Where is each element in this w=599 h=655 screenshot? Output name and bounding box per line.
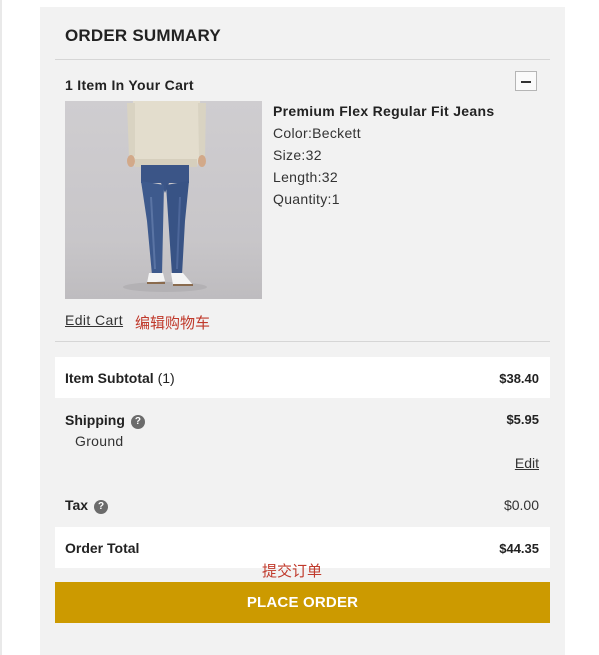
edit-shipping-link[interactable]: Edit — [515, 455, 539, 471]
product-name[interactable]: Premium Flex Regular Fit Jeans — [273, 103, 494, 119]
shipping-help-icon[interactable]: ? — [130, 415, 145, 429]
place-order-annotation: 提交订单 — [262, 562, 323, 580]
product-image — [65, 101, 262, 299]
tax-label: Tax — [65, 497, 89, 513]
page-left-edge — [0, 0, 2, 655]
shipping-label: Shipping — [65, 412, 125, 428]
order-total-value: $44.35 — [499, 541, 539, 556]
subtotal-value: $38.40 — [499, 371, 539, 386]
subtotal-label-group: Item Subtotal (1) — [65, 370, 175, 386]
shipping-label-group: Shipping? — [65, 412, 145, 429]
product-color: Color:Beckett — [273, 125, 361, 141]
product-size: Size:32 — [273, 147, 322, 163]
tax-value: $0.00 — [503, 497, 539, 513]
shipping-value: $5.95 — [506, 412, 539, 427]
tax-help-icon[interactable]: ? — [94, 500, 109, 514]
collapse-cart-button[interactable] — [515, 71, 537, 91]
jeans-model-photo — [123, 101, 207, 292]
place-order-button[interactable]: PLACE ORDER — [55, 582, 550, 623]
order-total-label: Order Total — [65, 540, 140, 556]
tax-label-group: Tax? — [65, 497, 109, 514]
shipping-method: Ground — [75, 433, 124, 449]
subtotal-label: Item Subtotal — [65, 370, 154, 386]
minus-icon — [521, 81, 531, 83]
cart-item-count: 1 Item In Your Cart — [65, 77, 194, 93]
product-quantity: Quantity:1 — [273, 191, 340, 207]
order-summary-title: ORDER SUMMARY — [65, 26, 221, 45]
product-length: Length:32 — [273, 169, 338, 185]
subtotal-count: (1) — [157, 370, 175, 386]
divider — [55, 341, 550, 342]
edit-cart-link[interactable]: Edit Cart — [65, 312, 123, 328]
order-summary-panel: ORDER SUMMARY 1 Item In Your Cart Premiu… — [40, 7, 565, 655]
edit-cart-annotation: 编辑购物车 — [135, 314, 211, 332]
divider — [55, 59, 550, 60]
